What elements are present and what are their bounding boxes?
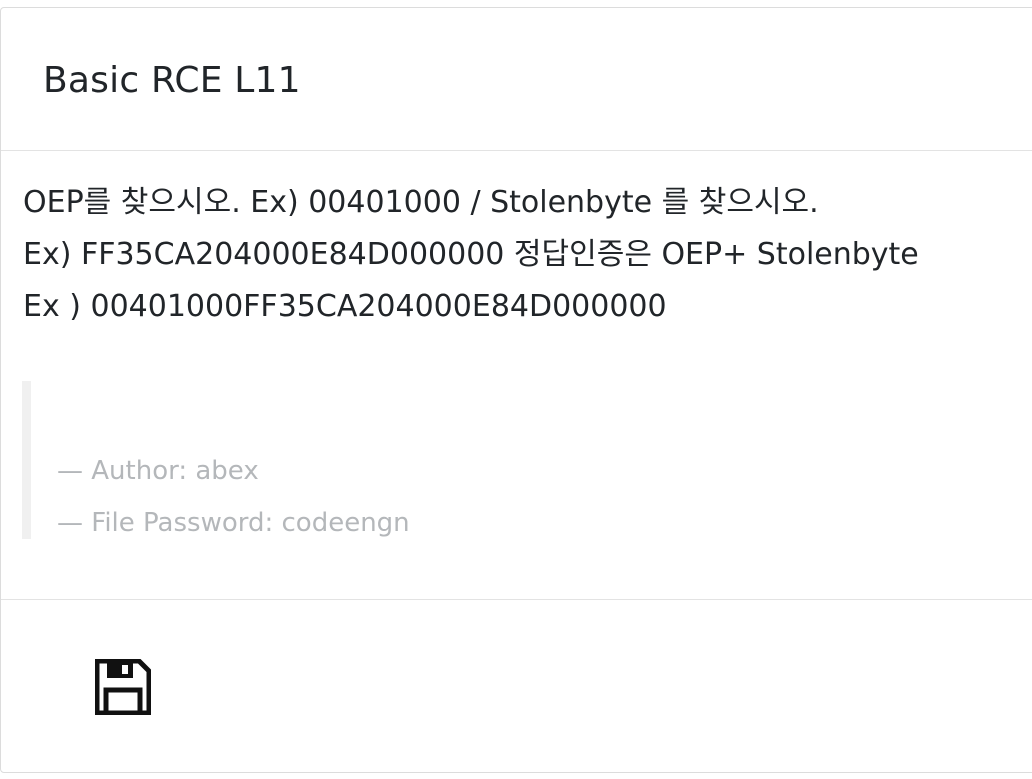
card-header: Basic RCE L11 — [1, 8, 1032, 151]
challenge-description: OEP를 찾으시오. Ex) 00401000 / Stolenbyte 를 찾… — [23, 185, 919, 324]
file-password-line: — File Password: codeengn — [57, 508, 410, 538]
author-line: — Author: abex — [57, 456, 259, 486]
challenge-title: Basic RCE L11 — [43, 59, 301, 101]
challenge-meta-quote: — Author: abex — File Password: codeengn — [22, 381, 982, 539]
floppy-disk-icon — [95, 659, 151, 715]
card-footer — [1, 600, 1032, 770]
challenge-card: Basic RCE L11 OEP를 찾으시오. Ex) 00401000 / … — [0, 7, 1032, 773]
card-body: OEP를 찾으시오. Ex) 00401000 / Stolenbyte 를 찾… — [1, 151, 1032, 600]
download-file-button[interactable] — [95, 659, 151, 715]
